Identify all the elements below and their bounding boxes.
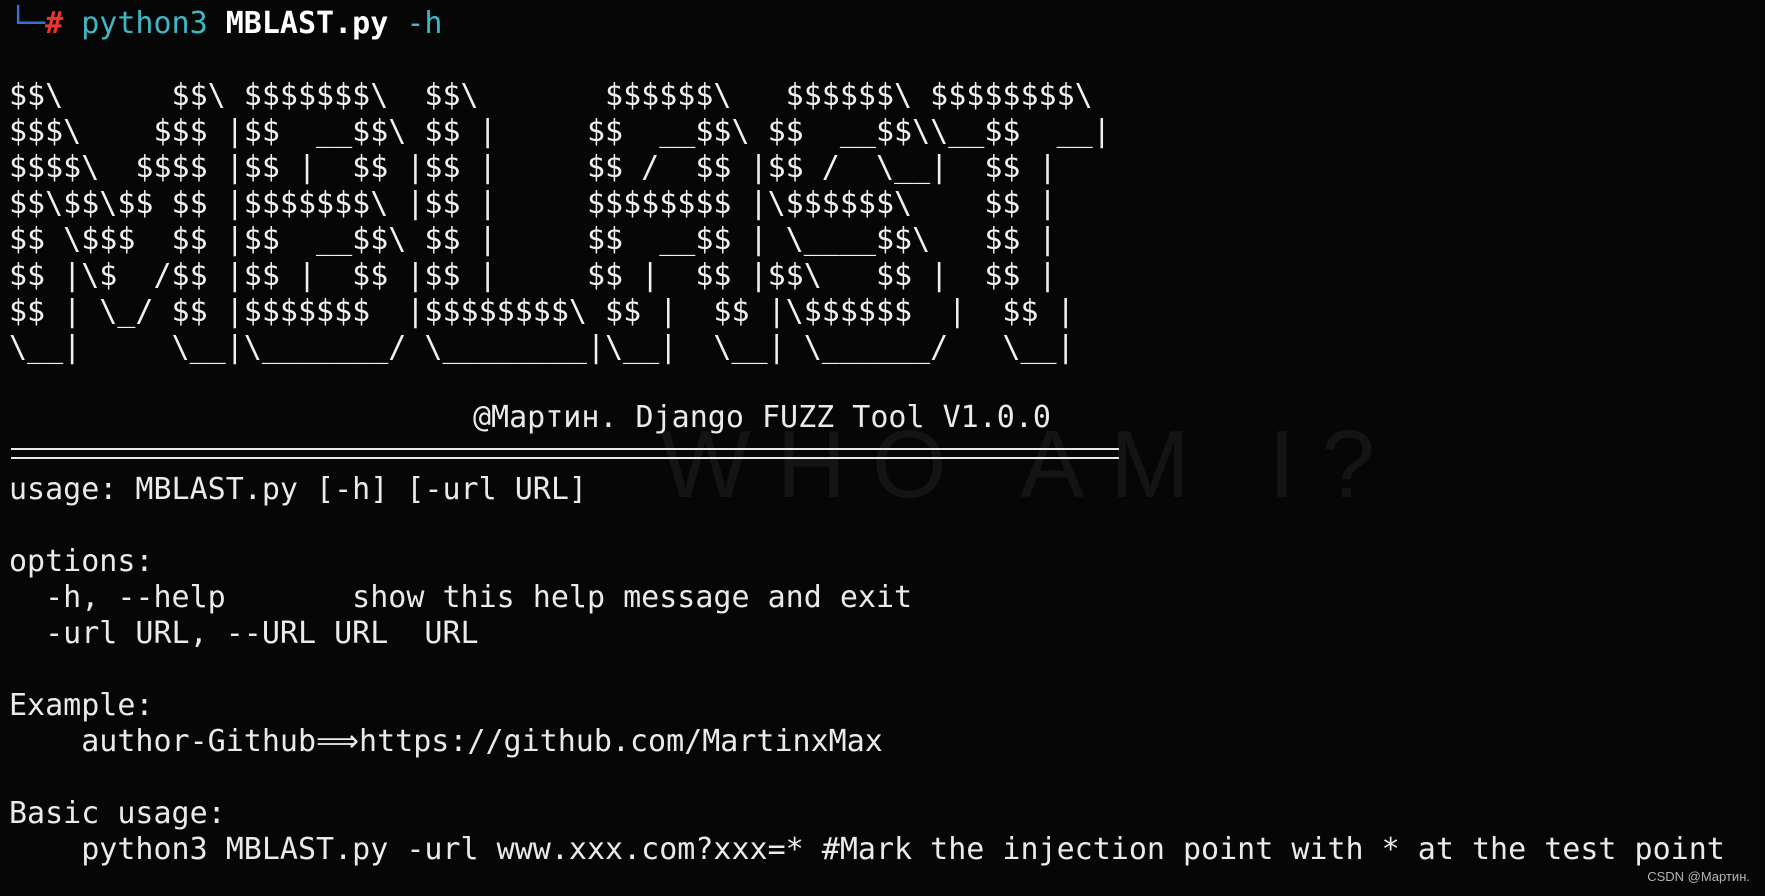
csdn-watermark: CSDN @Мартин. (1647, 869, 1750, 884)
banner-ascii-line-8: \__| \__|\_______/ \________|\__| \__| \… (9, 330, 1075, 365)
banner-ascii-line-4: $$\$$\$$ $$ |$$$$$$$\ |$$ | $$$$$$$$ |\$… (9, 186, 1057, 221)
banner-ascii-line-5: $$ \$$$ $$ |$$ __$$\ $$ | $$ __$$ | \___… (9, 222, 1057, 257)
command-help-flag: -h (406, 6, 443, 41)
basic-usage-command-line: python3 MBLAST.py -url www.xxx.com?xxx=*… (9, 832, 1725, 867)
banner-ascii-line-3: $$$$\ $$$$ |$$ | $$ |$$ | $$ / $$ |$$ / … (9, 150, 1057, 185)
banner-ascii-line-1: $$\ $$\ $$$$$$$\ $$\ $$$$$$\ $$$$$$\ $$$… (9, 78, 1093, 113)
command-prompt-line: └─# python3 MBLAST.py -h (9, 6, 443, 42)
divider-rule-top (11, 448, 1119, 450)
banner-ascii-line-7: $$ | \_/ $$ |$$$$$$$ |$$$$$$$$\ $$ | $$ … (9, 294, 1075, 329)
command-python3: python3 (81, 6, 208, 41)
example-header: Example: (9, 688, 154, 723)
command-script-name: MBLAST.py (225, 6, 389, 41)
option-help-line: -h, --help show this help message and ex… (9, 580, 913, 615)
prompt-corner-glyph: └─ (9, 6, 46, 41)
example-github-line: author-Github⟹https://github.com/Martinx… (9, 724, 883, 759)
basic-usage-header: Basic usage: (9, 796, 226, 831)
options-header: options: (9, 544, 154, 579)
option-url-line: -url URL, --URL URL URL (9, 616, 479, 651)
terminal-window[interactable]: WHO AM I? └─# python3 MBLAST.py -h $$\ $… (0, 0, 1765, 896)
usage-line: usage: MBLAST.py [-h] [-url URL] (9, 472, 587, 507)
banner-ascii-line-2: $$$\ $$$ |$$ __$$\ $$ | $$ __$$\ $$ __$$… (9, 114, 1111, 149)
divider-rule-bottom (11, 457, 1119, 459)
tool-credit-line: @Мартин. Django FUZZ Tool V1.0.0 (473, 400, 1051, 435)
banner-ascii-line-6: $$ |\$ /$$ |$$ | $$ |$$ | $$ | $$ |$$\ $… (9, 258, 1057, 293)
prompt-root-symbol: # (45, 6, 64, 41)
